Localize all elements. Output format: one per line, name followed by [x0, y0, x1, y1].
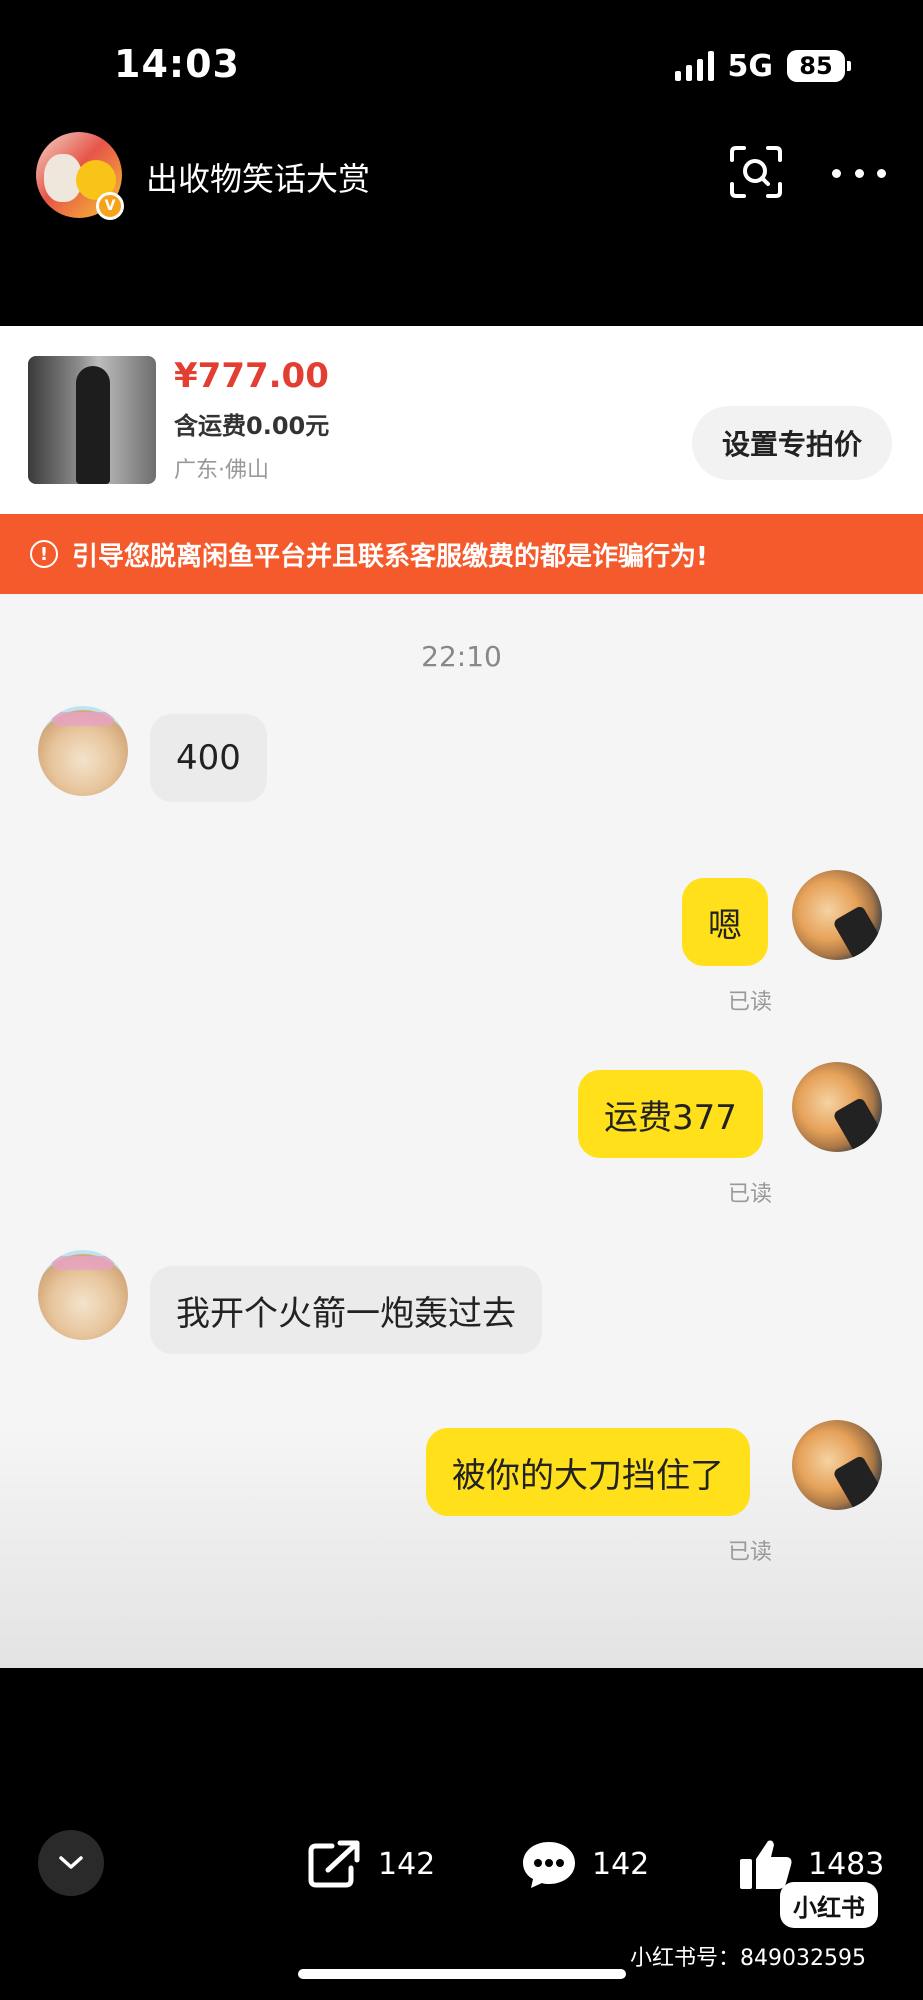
chat-timestamp: 22:10	[421, 640, 502, 673]
status-time: 14:03	[114, 42, 240, 86]
message-bubble: 嗯	[682, 878, 768, 966]
app-logo: 小红书	[780, 1882, 878, 1928]
product-thumbnail[interactable]	[28, 356, 156, 484]
buyer-avatar[interactable]	[38, 1250, 128, 1340]
user-id-watermark: 小红书号：849032595	[630, 1946, 866, 1971]
verified-badge: V	[96, 192, 124, 220]
post-image: ¥777.00 含运费0.00元 广东·佛山 设置专拍价 ! 引导您脱离闲鱼平台…	[0, 326, 923, 1668]
status-indicators: 5G 85	[674, 46, 851, 86]
share-icon	[308, 1840, 360, 1888]
seller-avatar[interactable]	[792, 870, 882, 960]
fraud-warning-banner: ! 引导您脱离闲鱼平台并且联系客服缴费的都是诈骗行为!	[0, 514, 923, 594]
share-count: 142	[378, 1846, 436, 1882]
share-button[interactable]: 142	[306, 1836, 435, 1892]
seller-avatar[interactable]	[792, 1062, 882, 1152]
collapse-button[interactable]	[38, 1830, 104, 1896]
message-bubble: 400	[150, 714, 267, 802]
warning-text: 引导您脱离闲鱼平台并且联系客服缴费的都是诈骗行为!	[72, 541, 708, 572]
author-avatar[interactable]: V	[36, 132, 124, 220]
more-icon[interactable]	[832, 156, 886, 190]
scan-icon[interactable]	[728, 144, 784, 200]
read-status: 已读	[728, 990, 773, 1015]
comment-count: 142	[592, 1846, 650, 1882]
set-special-price-button[interactable]: 设置专拍价	[692, 406, 892, 480]
message-bubble: 运费377	[578, 1070, 763, 1158]
chevron-down-icon	[59, 1856, 83, 1869]
message-bubble: 我开个火箭一炮轰过去	[150, 1266, 542, 1354]
product-price: ¥777.00	[174, 356, 329, 396]
author-name[interactable]: 出收物笑话大赏	[146, 154, 370, 200]
like-count: 1483	[808, 1846, 885, 1882]
message-bubble: 被你的大刀挡住了	[426, 1428, 750, 1516]
comment-icon	[523, 1842, 575, 1888]
seller-avatar[interactable]	[792, 1420, 882, 1510]
seller-location: 广东·佛山	[174, 458, 269, 483]
buyer-avatar[interactable]	[38, 706, 128, 796]
read-status: 已读	[728, 1540, 773, 1565]
warning-icon: !	[30, 540, 58, 568]
product-card[interactable]: ¥777.00 含运费0.00元 广东·佛山 设置专拍价	[0, 326, 923, 514]
thumbs-up-icon	[740, 1840, 792, 1889]
home-indicator[interactable]	[298, 1969, 626, 1979]
battery-icon: 85	[787, 50, 851, 82]
shipping-info: 含运费0.00元	[174, 412, 330, 440]
network-type: 5G	[727, 48, 774, 84]
signal-icon	[674, 51, 714, 81]
read-status: 已读	[728, 1182, 773, 1207]
comment-button[interactable]: 142	[520, 1836, 649, 1892]
